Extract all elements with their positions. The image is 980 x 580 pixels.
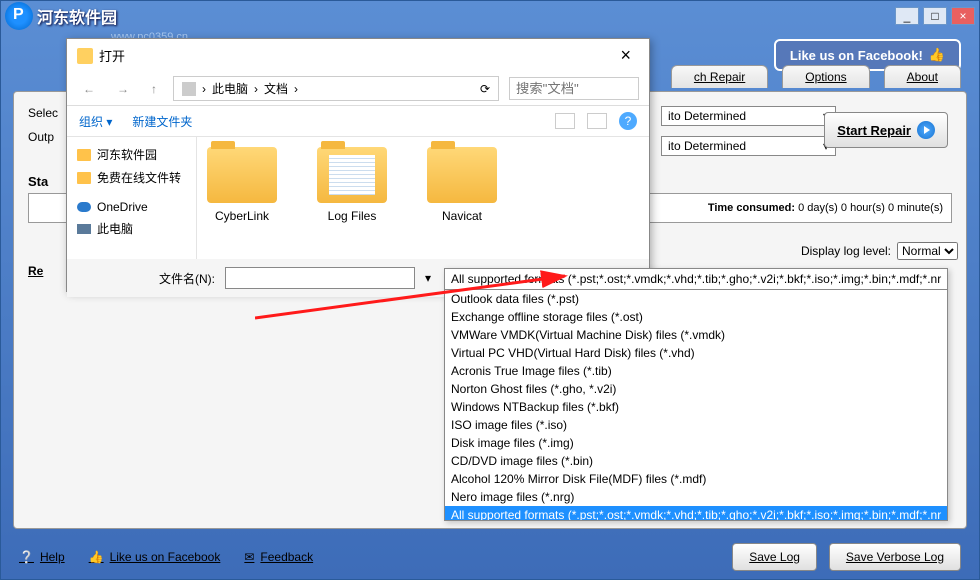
close-button[interactable]: × bbox=[951, 7, 975, 25]
time-consumed: Time consumed: 0 day(s) 0 hour(s) 0 minu… bbox=[708, 202, 943, 214]
format-selected[interactable]: All supported formats (*.pst;*.ost;*.vmd… bbox=[445, 269, 947, 290]
tab-options[interactable]: Options bbox=[782, 65, 869, 88]
format-item[interactable]: CD/DVD image files (*.bin) bbox=[445, 452, 947, 470]
format-item[interactable]: Nero image files (*.nrg) bbox=[445, 488, 947, 506]
sidebar-onedrive[interactable]: OneDrive bbox=[73, 197, 190, 217]
folder-icon bbox=[317, 147, 387, 203]
folder-icon bbox=[77, 172, 91, 184]
format-list: Outlook data files (*.pst)Exchange offli… bbox=[445, 290, 947, 520]
format-item[interactable]: Disk image files (*.img) bbox=[445, 434, 947, 452]
format-item[interactable]: VMWare VMDK(Virtual Machine Disk) files … bbox=[445, 326, 947, 344]
format-item[interactable]: Alcohol 120% Mirror Disk File(MDF) files… bbox=[445, 470, 947, 488]
pc-icon bbox=[77, 224, 91, 234]
results-label: Re bbox=[28, 264, 43, 278]
refresh-icon[interactable]: ⟳ bbox=[480, 82, 490, 96]
thumbs-up-icon: 👍 bbox=[89, 550, 104, 564]
dialog-titlebar: 打开 × bbox=[67, 39, 649, 72]
help-icon[interactable]: ? bbox=[619, 112, 637, 130]
dialog-body: 河东软件园 免费在线文件转 OneDrive 此电脑 CyberLink Log… bbox=[67, 137, 649, 259]
app-title: 河东软件园 bbox=[37, 4, 895, 28]
format-item[interactable]: ISO image files (*.iso) bbox=[445, 416, 947, 434]
folder-logfiles[interactable]: Log Files bbox=[317, 147, 387, 249]
log-level-select[interactable]: Normal bbox=[897, 242, 958, 260]
file-open-dialog: 打开 × ← → ↑ › 此电脑 › 文档 › ⟳ 组织 ▾ 新建文件夹 ? 河… bbox=[66, 38, 650, 292]
search-input[interactable] bbox=[509, 77, 639, 100]
breadcrumb[interactable]: › 此电脑 › 文档 › ⟳ bbox=[173, 76, 499, 101]
folder-navicat[interactable]: Navicat bbox=[427, 147, 497, 249]
format-dropdown-1[interactable]: ito Determined▾ bbox=[661, 106, 836, 126]
breadcrumb-docs[interactable]: 文档 bbox=[264, 80, 288, 97]
log-level-label: Display log level: bbox=[801, 244, 891, 258]
tab-bar: ch Repair Options About bbox=[671, 65, 961, 88]
format-dropdown-2[interactable]: ito Determined▾ bbox=[661, 136, 836, 156]
folder-icon bbox=[77, 149, 91, 161]
tab-about[interactable]: About bbox=[884, 65, 961, 88]
dialog-title: 打开 bbox=[99, 46, 125, 65]
play-icon bbox=[917, 121, 935, 139]
save-log-button[interactable]: Save Log bbox=[732, 543, 817, 571]
title-bar: 河东软件园 _ □ × bbox=[1, 1, 979, 31]
start-repair-label: Start Repair bbox=[837, 123, 911, 138]
thumbs-up-icon: 👍 bbox=[929, 47, 945, 63]
format-item[interactable]: Acronis True Image files (*.tib) bbox=[445, 362, 947, 380]
breadcrumb-pc[interactable]: 此电脑 bbox=[212, 80, 248, 97]
filename-dropdown-icon[interactable]: ▾ bbox=[425, 271, 431, 285]
organize-menu[interactable]: 组织 ▾ bbox=[79, 113, 112, 130]
log-level-row: Display log level: Normal bbox=[801, 242, 958, 260]
nav-back-icon[interactable]: ← bbox=[77, 80, 101, 98]
filename-input[interactable] bbox=[225, 267, 415, 289]
view-mode-icon[interactable] bbox=[555, 113, 575, 129]
format-item[interactable]: Norton Ghost files (*.gho, *.v2i) bbox=[445, 380, 947, 398]
cloud-icon bbox=[77, 202, 91, 212]
app-logo-icon bbox=[5, 2, 33, 30]
dialog-toolbar: 组织 ▾ 新建文件夹 ? bbox=[67, 106, 649, 137]
help-link[interactable]: ❔Help bbox=[19, 550, 65, 564]
help-icon: ❔ bbox=[19, 550, 34, 564]
file-format-filter: All supported formats (*.pst;*.ost;*.vmd… bbox=[444, 268, 948, 521]
nav-forward-icon[interactable]: → bbox=[111, 80, 135, 98]
sidebar-item-2[interactable]: 免费在线文件转 bbox=[73, 166, 190, 189]
folder-icon bbox=[207, 147, 277, 203]
filename-label: 文件名(N): bbox=[159, 270, 215, 287]
dialog-sidebar: 河东软件园 免费在线文件转 OneDrive 此电脑 bbox=[67, 137, 197, 259]
dialog-close-button[interactable]: × bbox=[612, 45, 639, 66]
dialog-nav: ← → ↑ › 此电脑 › 文档 › ⟳ bbox=[67, 72, 649, 106]
folder-icon bbox=[427, 147, 497, 203]
new-folder-button[interactable]: 新建文件夹 bbox=[132, 113, 192, 130]
file-area: CyberLink Log Files Navicat bbox=[197, 137, 649, 259]
footer: ❔Help 👍Like us on Facebook ✉Feedback Sav… bbox=[19, 543, 961, 571]
sidebar-thispc[interactable]: 此电脑 bbox=[73, 217, 190, 240]
start-repair-button[interactable]: Start Repair bbox=[824, 112, 948, 148]
minimize-button[interactable]: _ bbox=[895, 7, 919, 25]
save-verbose-log-button[interactable]: Save Verbose Log bbox=[829, 543, 961, 571]
nav-up-icon[interactable]: ↑ bbox=[145, 80, 163, 98]
dialog-icon bbox=[77, 48, 93, 64]
feedback-link[interactable]: ✉Feedback bbox=[244, 550, 313, 564]
details-pane-icon[interactable] bbox=[587, 113, 607, 129]
window-controls: _ □ × bbox=[895, 7, 975, 25]
format-item[interactable]: Outlook data files (*.pst) bbox=[445, 290, 947, 308]
maximize-button[interactable]: □ bbox=[923, 7, 947, 25]
pc-icon bbox=[182, 82, 196, 96]
format-item[interactable]: Windows NTBackup files (*.bkf) bbox=[445, 398, 947, 416]
footer-facebook-link[interactable]: 👍Like us on Facebook bbox=[89, 550, 221, 564]
sidebar-item-1[interactable]: 河东软件园 bbox=[73, 143, 190, 166]
folder-cyberlink[interactable]: CyberLink bbox=[207, 147, 277, 249]
format-item[interactable]: All supported formats (*.pst;*.ost;*.vmd… bbox=[445, 506, 947, 520]
tab-repair[interactable]: ch Repair bbox=[671, 65, 768, 88]
format-item[interactable]: Virtual PC VHD(Virtual Hard Disk) files … bbox=[445, 344, 947, 362]
facebook-label: Like us on Facebook! bbox=[790, 48, 923, 63]
mail-icon: ✉ bbox=[244, 550, 254, 564]
format-item[interactable]: Exchange offline storage files (*.ost) bbox=[445, 308, 947, 326]
